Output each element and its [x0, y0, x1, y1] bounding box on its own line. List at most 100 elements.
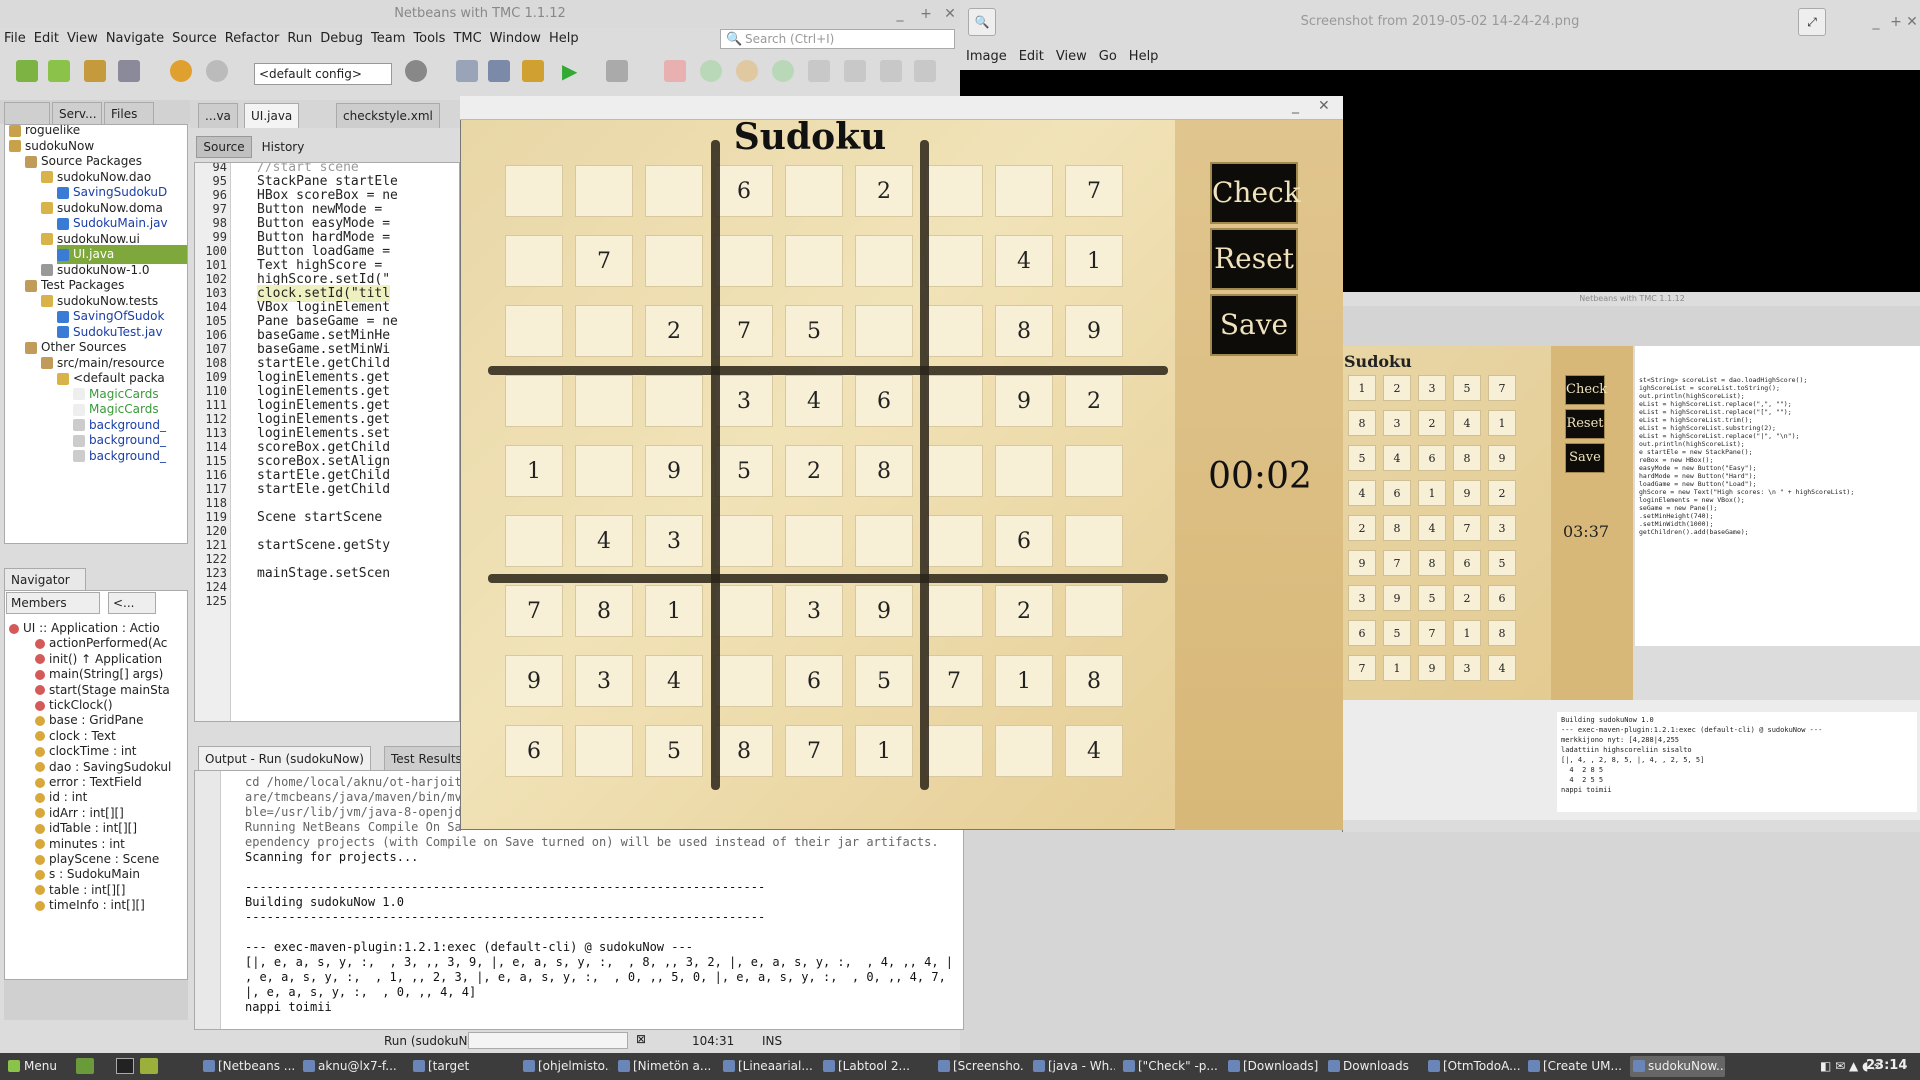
debug-icon[interactable] — [606, 60, 628, 82]
sudoku-cell[interactable]: 1 — [505, 445, 563, 497]
sudoku-cell[interactable] — [575, 305, 633, 357]
taskbar-item[interactable]: [Nimetön a... — [615, 1056, 715, 1077]
tmc-mail-icon[interactable] — [880, 60, 902, 82]
undo-icon[interactable] — [170, 60, 192, 82]
sudoku-cell[interactable]: 4 — [1065, 725, 1123, 777]
sudoku-cell[interactable]: 9 — [505, 655, 563, 707]
menu-item-view[interactable]: View — [63, 28, 102, 50]
sudoku-cell[interactable]: 3 — [785, 585, 843, 637]
terminal-icon[interactable] — [116, 1058, 134, 1074]
sudoku-cell[interactable]: 7 — [785, 725, 843, 777]
sudoku-cell[interactable] — [715, 655, 773, 707]
check-button[interactable]: Check — [1210, 162, 1301, 224]
sudoku-close-button[interactable]: ✕ — [1318, 98, 1330, 114]
iv-menu-go[interactable]: Go — [1093, 44, 1123, 70]
menu-item-file[interactable]: File — [0, 28, 30, 50]
sudoku-cell[interactable]: 6 — [995, 515, 1053, 567]
sudoku-cell[interactable] — [1065, 515, 1123, 567]
sudoku-cell[interactable]: 9 — [855, 585, 913, 637]
new-project-icon[interactable] — [48, 60, 70, 82]
build-icon[interactable] — [456, 60, 478, 82]
tmc-list-icon[interactable] — [914, 60, 936, 82]
sudoku-cell[interactable]: 3 — [715, 375, 773, 427]
sudoku-cell[interactable] — [995, 725, 1053, 777]
sudoku-cell[interactable] — [925, 585, 983, 637]
sudoku-cell[interactable] — [645, 235, 703, 287]
sudoku-cell[interactable]: 6 — [785, 655, 843, 707]
tab-java-file[interactable]: ...va — [198, 103, 238, 128]
taskbar-item[interactable]: Downloads — [1325, 1056, 1420, 1077]
sudoku-cell[interactable]: 5 — [785, 305, 843, 357]
sudoku-cell[interactable]: 5 — [715, 445, 773, 497]
sudoku-cell[interactable] — [995, 165, 1053, 217]
close-button[interactable]: ✕ — [940, 4, 960, 24]
cancel-run-icon[interactable]: ⊠ — [636, 1032, 646, 1046]
sudoku-cell[interactable] — [925, 375, 983, 427]
taskbar-item[interactable]: aknu@lx7-f... — [300, 1056, 405, 1077]
tmc-icon[interactable] — [522, 60, 544, 82]
tab-files[interactable]: Files — [104, 102, 154, 124]
source-tab[interactable]: Source — [196, 136, 252, 158]
menu-item-tmc[interactable]: TMC — [449, 28, 485, 50]
menu-item-debug[interactable]: Debug — [316, 28, 367, 50]
redo-icon[interactable] — [206, 60, 228, 82]
tab-output[interactable]: Output - Run (sudokuNow) — [198, 746, 371, 771]
clean-build-icon[interactable] — [488, 60, 510, 82]
menu-item-edit[interactable]: Edit — [30, 28, 63, 50]
tmc-submit-icon[interactable] — [700, 60, 722, 82]
code-editor[interactable]: 94 95 96 97 98 99 100 101 102 103 104 105 106 107 108 1… — [194, 162, 460, 722]
sudoku-cell[interactable]: 2 — [855, 165, 913, 217]
sudoku-cell[interactable]: 8 — [575, 585, 633, 637]
tree-item[interactable]: background_ — [73, 447, 187, 466]
taskbar-item[interactable]: [Downloads] — [1225, 1056, 1320, 1077]
taskbar-item[interactable]: [ohjelmisto... — [520, 1056, 610, 1077]
sudoku-cell[interactable]: 7 — [925, 655, 983, 707]
sudoku-cell[interactable]: 6 — [505, 725, 563, 777]
sudoku-cell[interactable]: 8 — [855, 445, 913, 497]
sudoku-cell[interactable]: 7 — [715, 305, 773, 357]
new-file-icon[interactable] — [16, 60, 38, 82]
save-all-icon[interactable] — [118, 60, 140, 82]
save-button[interactable]: Save — [1210, 294, 1298, 356]
open-project-icon[interactable] — [84, 60, 106, 82]
sudoku-cell[interactable] — [575, 165, 633, 217]
maximize-button[interactable]: + — [916, 4, 936, 24]
sudoku-cell[interactable] — [1065, 445, 1123, 497]
sudoku-cell[interactable] — [715, 235, 773, 287]
sudoku-cell[interactable] — [575, 445, 633, 497]
sudoku-cell[interactable]: 2 — [785, 445, 843, 497]
sudoku-cell[interactable] — [1065, 585, 1123, 637]
sudoku-cell[interactable]: 5 — [855, 655, 913, 707]
sudoku-cell[interactable] — [715, 585, 773, 637]
sudoku-cell[interactable] — [785, 235, 843, 287]
show-desktop-icon[interactable] — [76, 1058, 94, 1074]
sudoku-cell[interactable] — [925, 725, 983, 777]
sudoku-cell[interactable] — [505, 305, 563, 357]
tmc-update-icon[interactable] — [844, 60, 866, 82]
sudoku-cell[interactable]: 8 — [715, 725, 773, 777]
tab-ui-java[interactable]: UI.java — [244, 103, 300, 128]
taskbar-item[interactable]: [Netbeans ... — [200, 1056, 295, 1077]
sudoku-cell[interactable] — [785, 515, 843, 567]
sudoku-cell[interactable] — [645, 375, 703, 427]
sudoku-cell[interactable]: 6 — [855, 375, 913, 427]
menu-item-navigate[interactable]: Navigate — [102, 28, 168, 50]
zoom-icon[interactable]: 🔍 — [968, 8, 996, 36]
sudoku-cell[interactable]: 7 — [1065, 165, 1123, 217]
taskbar-item[interactable]: [Labtool 2... — [820, 1056, 930, 1077]
sudoku-minimize-button[interactable]: _ — [1292, 98, 1299, 114]
menu-item-team[interactable]: Team — [367, 28, 409, 50]
sudoku-cell[interactable]: 1 — [645, 585, 703, 637]
sudoku-cell[interactable] — [925, 165, 983, 217]
sudoku-cell[interactable] — [575, 725, 633, 777]
sudoku-cell[interactable]: 2 — [1065, 375, 1123, 427]
taskbar-item[interactable]: sudokuNow... — [1630, 1056, 1725, 1077]
sudoku-cell[interactable] — [575, 375, 633, 427]
taskbar-item[interactable]: [target — [410, 1056, 515, 1077]
taskbar-item[interactable]: [OtmTodoA... — [1425, 1056, 1520, 1077]
menu-item-run[interactable]: Run — [283, 28, 316, 50]
sudoku-cell[interactable]: 7 — [505, 585, 563, 637]
sudoku-cell[interactable] — [505, 375, 563, 427]
sudoku-cell[interactable] — [855, 515, 913, 567]
menu-item-window[interactable]: Window — [486, 28, 545, 50]
